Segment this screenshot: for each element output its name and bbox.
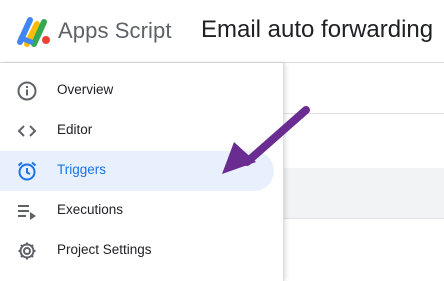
- alarm-clock-icon: [17, 161, 37, 181]
- info-icon: [17, 81, 37, 101]
- divider: [283, 113, 444, 114]
- top-bar: Apps Script Email auto forwarding: [0, 0, 444, 63]
- apps-script-logo[interactable]: [16, 14, 52, 48]
- sidebar-item-executions[interactable]: Executions: [0, 191, 274, 231]
- sidebar: Overview Editor Triggers Executions Proj…: [0, 63, 284, 281]
- sidebar-item-triggers[interactable]: Triggers: [0, 151, 274, 191]
- sidebar-item-editor[interactable]: Editor: [0, 111, 274, 151]
- sidebar-item-label: Project Settings: [57, 242, 152, 257]
- sidebar-item-label: Editor: [57, 122, 93, 137]
- gear-icon: [18, 242, 36, 260]
- app-name[interactable]: Apps Script: [58, 18, 172, 44]
- content-band: [283, 168, 444, 219]
- main-content: [283, 63, 444, 281]
- sidebar-item-label: Executions: [57, 202, 124, 217]
- sidebar-item-label: Overview: [57, 82, 114, 97]
- executions-list-icon: [18, 205, 36, 220]
- sidebar-item-label: Triggers: [57, 162, 107, 177]
- sidebar-item-project-settings[interactable]: Project Settings: [0, 231, 274, 271]
- code-icon: [17, 125, 37, 137]
- sidebar-item-overview[interactable]: Overview: [0, 71, 274, 111]
- project-title[interactable]: Email auto forwarding: [201, 16, 433, 44]
